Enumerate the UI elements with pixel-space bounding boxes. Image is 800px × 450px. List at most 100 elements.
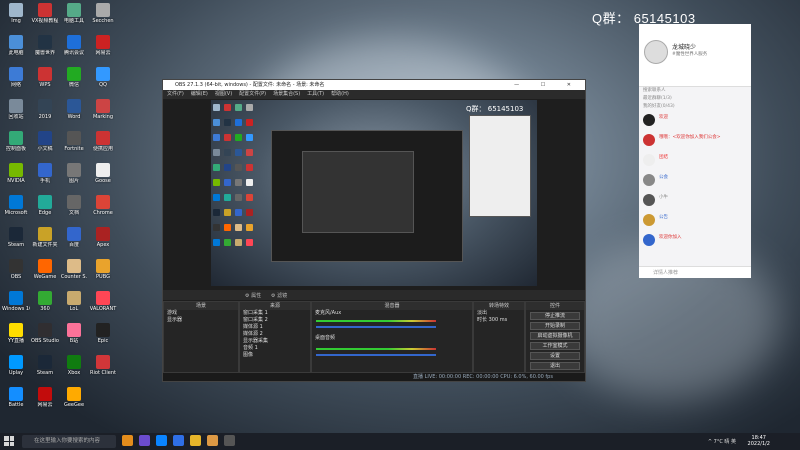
obs-menu-item[interactable]: 工具(T): [307, 91, 324, 97]
desktop-icon[interactable]: Img: [2, 2, 30, 32]
taskbar-app-icon[interactable]: [139, 435, 150, 446]
desktop-icon[interactable]: 回收站: [2, 98, 30, 128]
desktop-icon[interactable]: 网易云: [31, 386, 59, 416]
desktop-icon[interactable]: 360: [31, 290, 59, 320]
desktop-icon[interactable]: Microsoft: [2, 194, 30, 224]
chat-message[interactable]: 欢迎你加入: [639, 231, 751, 251]
desktop-icon[interactable]: B站: [60, 322, 88, 352]
avatar[interactable]: [643, 194, 655, 206]
transition-type[interactable]: 淡出: [474, 310, 524, 317]
source-item[interactable]: 窗口采集 1: [240, 310, 310, 317]
desktop-icon[interactable]: Fortnite: [60, 130, 88, 160]
qq-signature[interactable]: #魔性世界人服务: [672, 51, 707, 57]
source-item[interactable]: 音频 1: [240, 345, 310, 352]
window-buttons[interactable]: — ☐ ✕: [514, 80, 581, 90]
taskbar-clock[interactable]: 18:47 2022/1/2: [748, 435, 770, 447]
desktop-icon[interactable]: 微信: [60, 66, 88, 96]
avatar[interactable]: [643, 134, 655, 146]
desktop-icon[interactable]: 网易云: [89, 34, 117, 64]
desktop-icon[interactable]: Riot Client: [89, 354, 117, 384]
desktop-icon[interactable]: 图片: [60, 162, 88, 192]
desktop-icon[interactable]: Uplay: [2, 354, 30, 384]
filter-bar[interactable]: ⚙ 属性 ⚙ 滤镜: [163, 290, 585, 300]
control-button[interactable]: 工作室模式: [530, 342, 580, 350]
desktop-icon[interactable]: WeGame: [31, 258, 59, 288]
volume-slider[interactable]: [316, 326, 436, 328]
obs-menu-item[interactable]: 帮助(H): [331, 91, 349, 97]
scenes-dock[interactable]: 场景 游戏 显示器: [163, 301, 239, 373]
mixer-dock[interactable]: 混音器 麦克风/Aux 桌面音频: [311, 301, 473, 373]
control-button[interactable]: 启动虚拟摄像机: [530, 332, 580, 340]
chat-message[interactable]: 公会: [639, 171, 751, 191]
desktop-icon[interactable]: PUBG: [89, 258, 117, 288]
desktop-icon[interactable]: WPS: [31, 66, 59, 96]
desktop-icon[interactable]: 控制面板: [2, 130, 30, 160]
avatar[interactable]: [643, 174, 655, 186]
desktop-icon[interactable]: OBS: [2, 258, 30, 288]
transitions-dock[interactable]: 转场特效 淡出 时长 300 ms: [473, 301, 525, 373]
desktop-icon[interactable]: 电脑工具: [60, 2, 88, 32]
obs-menu-bar[interactable]: 文件(F) 编辑(E) 视图(V) 配置文件(P) 场景集合(S) 工具(T) 帮助(H): [163, 90, 585, 99]
qq-tab[interactable]: 最近群聊(1/3): [639, 95, 751, 103]
desktop-icon[interactable]: Epic: [89, 322, 117, 352]
obs-menu-item[interactable]: 配置文件(P): [239, 91, 266, 97]
desktop-icon[interactable]: 百度: [60, 226, 88, 256]
volume-slider[interactable]: [316, 354, 436, 356]
chat-message[interactable]: 团结: [639, 151, 751, 171]
desktop-icon[interactable]: NVIDIA: [2, 162, 30, 192]
chat-input[interactable]: 详情人推荐: [639, 266, 751, 278]
control-button[interactable]: 开始录制: [530, 322, 580, 330]
desktop-icon[interactable]: Windows 10: [2, 290, 30, 320]
chat-message[interactable]: 公告: [639, 211, 751, 231]
windows-start-icon[interactable]: [4, 436, 14, 446]
taskbar-app-icon[interactable]: [224, 435, 235, 446]
avatar[interactable]: [644, 40, 668, 64]
scene-item[interactable]: 显示器: [164, 317, 238, 324]
desktop-icon[interactable]: Steam: [31, 354, 59, 384]
source-item[interactable]: 显示器采集: [240, 338, 310, 345]
desktop-icon[interactable]: GeeGee: [60, 386, 88, 416]
controls-dock[interactable]: 控件 停止推流 开始录制 启动虚拟摄像机 工作室模式 设置 退出: [525, 301, 585, 373]
desktop-icon[interactable]: VX视频教程: [31, 2, 59, 32]
sources-dock[interactable]: 来源 窗口采集 1 窗口采集 2 媒体源 1 媒体源 2 显示器采集 音频 1 图像: [239, 301, 311, 373]
filters-button[interactable]: ⚙ 滤镜: [271, 292, 287, 299]
desktop-icon[interactable]: 2019: [31, 98, 59, 128]
source-item[interactable]: 媒体源 1: [240, 324, 310, 331]
taskbar-app-icon[interactable]: [173, 435, 184, 446]
desktop-icon[interactable]: Chrome: [89, 194, 117, 224]
desktop-icon[interactable]: 此电脑: [2, 34, 30, 64]
desktop-icon[interactable]: Xbox: [60, 354, 88, 384]
desktop-icon[interactable]: Apex: [89, 226, 117, 256]
desktop-icon[interactable]: 文档: [60, 194, 88, 224]
desktop-icon[interactable]: Goose: [89, 162, 117, 192]
desktop-icon[interactable]: Marking: [89, 98, 117, 128]
properties-button[interactable]: ⚙ 属性: [245, 292, 261, 299]
avatar[interactable]: [643, 214, 655, 226]
chat-message[interactable]: 小牛: [639, 191, 751, 211]
obs-menu-item[interactable]: 场景集合(S): [273, 91, 300, 97]
qq-tab[interactable]: 我的好友(0/43): [639, 103, 751, 111]
desktop-icon[interactable]: Steam: [2, 226, 30, 256]
taskbar-app-icon[interactable]: [207, 435, 218, 446]
control-button[interactable]: 设置: [530, 352, 580, 360]
chat-message[interactable]: 哦哦：<欢迎你加入我们公会>: [639, 131, 751, 151]
avatar[interactable]: [643, 114, 655, 126]
control-button[interactable]: 退出: [530, 362, 580, 370]
obs-menu-item[interactable]: 编辑(E): [191, 91, 208, 97]
desktop-icon[interactable]: Word: [60, 98, 88, 128]
desktop-icon[interactable]: Battle: [2, 386, 30, 416]
source-item[interactable]: 媒体源 2: [240, 331, 310, 338]
scene-item[interactable]: 游戏: [164, 310, 238, 317]
desktop-icon[interactable]: Counter S.: [60, 258, 88, 288]
avatar[interactable]: [643, 154, 655, 166]
avatar[interactable]: [643, 234, 655, 246]
desktop-icon[interactable]: OBS Studio: [31, 322, 59, 352]
control-button[interactable]: 停止推流: [530, 312, 580, 320]
desktop-icon[interactable]: 新建文件夹: [31, 226, 59, 256]
desktop-icon[interactable]: 小文稿: [31, 130, 59, 160]
taskbar-search[interactable]: 在这里输入你要搜索的内容: [22, 435, 116, 448]
desktop-icon[interactable]: 腾讯会议: [60, 34, 88, 64]
qq-search[interactable]: 搜索联系人: [639, 87, 751, 95]
duration-input[interactable]: 300 ms: [489, 317, 508, 323]
obs-window[interactable]: OBS 27.1.3 (64-bit, windows) - 配置文件: 未命名…: [162, 79, 586, 382]
